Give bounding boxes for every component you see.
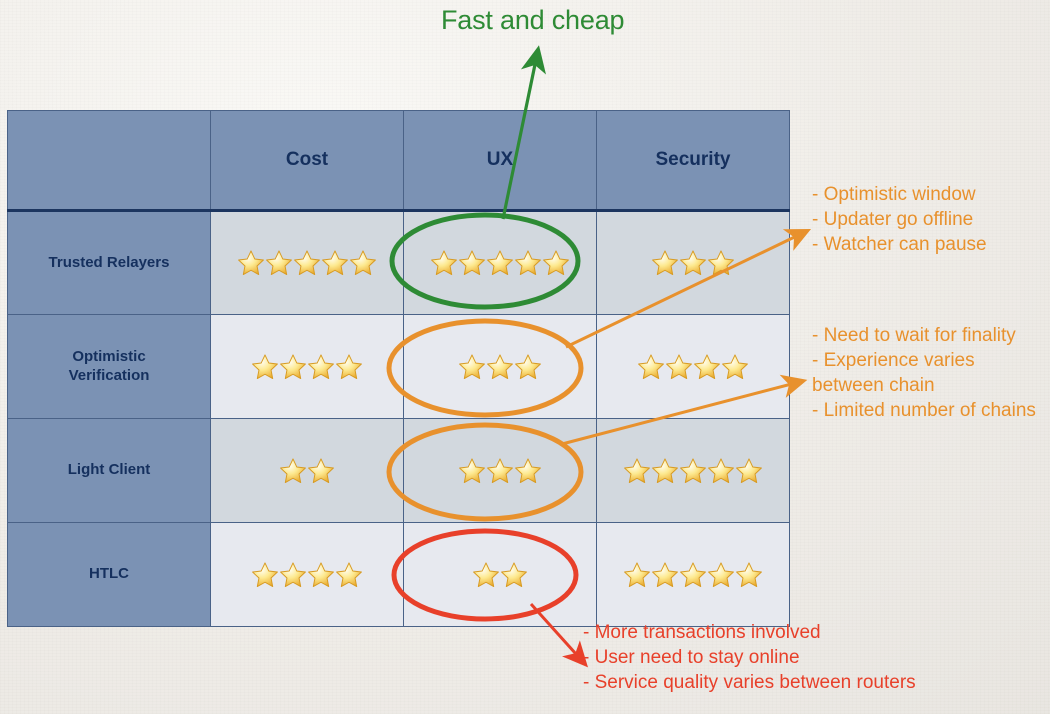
star-icon: [487, 457, 513, 483]
row-label-trusted-relayers: Trusted Relayers: [7, 210, 211, 315]
star-icon: [666, 353, 692, 379]
row-label-htlc: HTLC: [7, 522, 211, 627]
row-label-light-client: Light Client: [7, 418, 211, 523]
star-icon: [652, 457, 678, 483]
star-icon: [266, 250, 292, 276]
table-header: Cost UX Security: [7, 110, 790, 212]
rating-cell-trusted-relayers-ux: [403, 210, 597, 315]
star-icon: [294, 250, 320, 276]
star-icon: [624, 561, 650, 587]
star-icon: [708, 561, 734, 587]
star-icon: [280, 353, 306, 379]
star-icon: [308, 561, 334, 587]
row-label-optimistic-verification: Optimistic Verification: [7, 314, 211, 419]
star-icon: [624, 457, 650, 483]
table-row: Trusted Relayers: [7, 210, 790, 315]
star-icon: [708, 457, 734, 483]
rating-cell-trusted-relayers-cost: [210, 210, 404, 315]
star-icon: [638, 353, 664, 379]
star-icon: [431, 250, 457, 276]
star-icon: [336, 561, 362, 587]
column-header-ux: UX: [403, 110, 597, 212]
star-icon: [515, 250, 541, 276]
rating-cell-trusted-relayers-security: [596, 210, 790, 315]
star-icon: [459, 250, 485, 276]
row-label-line: Optimistic: [72, 347, 146, 365]
star-icon: [515, 457, 541, 483]
star-icon: [459, 457, 485, 483]
star-icon: [336, 353, 362, 379]
rating-cell-optimistic-verification-security: [596, 314, 790, 419]
comparison-matrix-table: Cost UX Security Trusted Relayers Optimis…: [7, 110, 790, 627]
star-icon: [680, 561, 706, 587]
rating-cell-htlc-security: [596, 522, 790, 627]
rating-cell-light-client-ux: [403, 418, 597, 523]
table-row: Light Client: [7, 418, 790, 523]
table-corner-cell: [7, 110, 211, 212]
star-icon: [680, 457, 706, 483]
star-icon: [252, 353, 278, 379]
star-icon: [652, 250, 678, 276]
star-icon: [708, 250, 734, 276]
star-icon: [487, 250, 513, 276]
annotation-optimistic-window: - Optimistic window - Updater go offline…: [812, 184, 987, 256]
row-label-line: Trusted Relayers: [48, 253, 170, 271]
star-icon: [350, 250, 376, 276]
rating-cell-light-client-cost: [210, 418, 404, 523]
star-icon: [473, 561, 499, 587]
row-label-line: HTLC: [89, 565, 129, 583]
star-icon: [694, 353, 720, 379]
annotation-htlc: - More transactions involved - User need…: [583, 622, 916, 694]
star-icon: [515, 353, 541, 379]
page-title: Fast and cheap: [441, 5, 625, 35]
star-icon: [736, 457, 762, 483]
star-icon: [252, 561, 278, 587]
annotation-finality: - Need to wait for finality - Experience…: [812, 325, 1036, 422]
table-body: Trusted Relayers Optimistic Verification Li…: [7, 210, 790, 627]
rating-cell-optimistic-verification-cost: [210, 314, 404, 419]
column-header-cost: Cost: [210, 110, 404, 212]
star-icon: [543, 250, 569, 276]
star-icon: [680, 250, 706, 276]
row-label-line: Verification: [68, 366, 150, 384]
star-icon: [501, 561, 527, 587]
star-icon: [280, 561, 306, 587]
table-row: HTLC: [7, 522, 790, 627]
rating-cell-optimistic-verification-ux: [403, 314, 597, 419]
column-header-security: Security: [596, 110, 790, 212]
header-row: Cost UX Security: [7, 110, 790, 212]
rating-cell-light-client-security: [596, 418, 790, 523]
rating-cell-htlc-ux: [403, 522, 597, 627]
star-icon: [308, 457, 334, 483]
star-icon: [322, 250, 348, 276]
star-icon: [722, 353, 748, 379]
star-icon: [652, 561, 678, 587]
star-icon: [308, 353, 334, 379]
rating-cell-htlc-cost: [210, 522, 404, 627]
star-icon: [238, 250, 264, 276]
star-icon: [459, 353, 485, 379]
table-row: Optimistic Verification: [7, 314, 790, 419]
star-icon: [280, 457, 306, 483]
star-icon: [736, 561, 762, 587]
star-icon: [487, 353, 513, 379]
row-label-line: Light Client: [67, 461, 151, 479]
